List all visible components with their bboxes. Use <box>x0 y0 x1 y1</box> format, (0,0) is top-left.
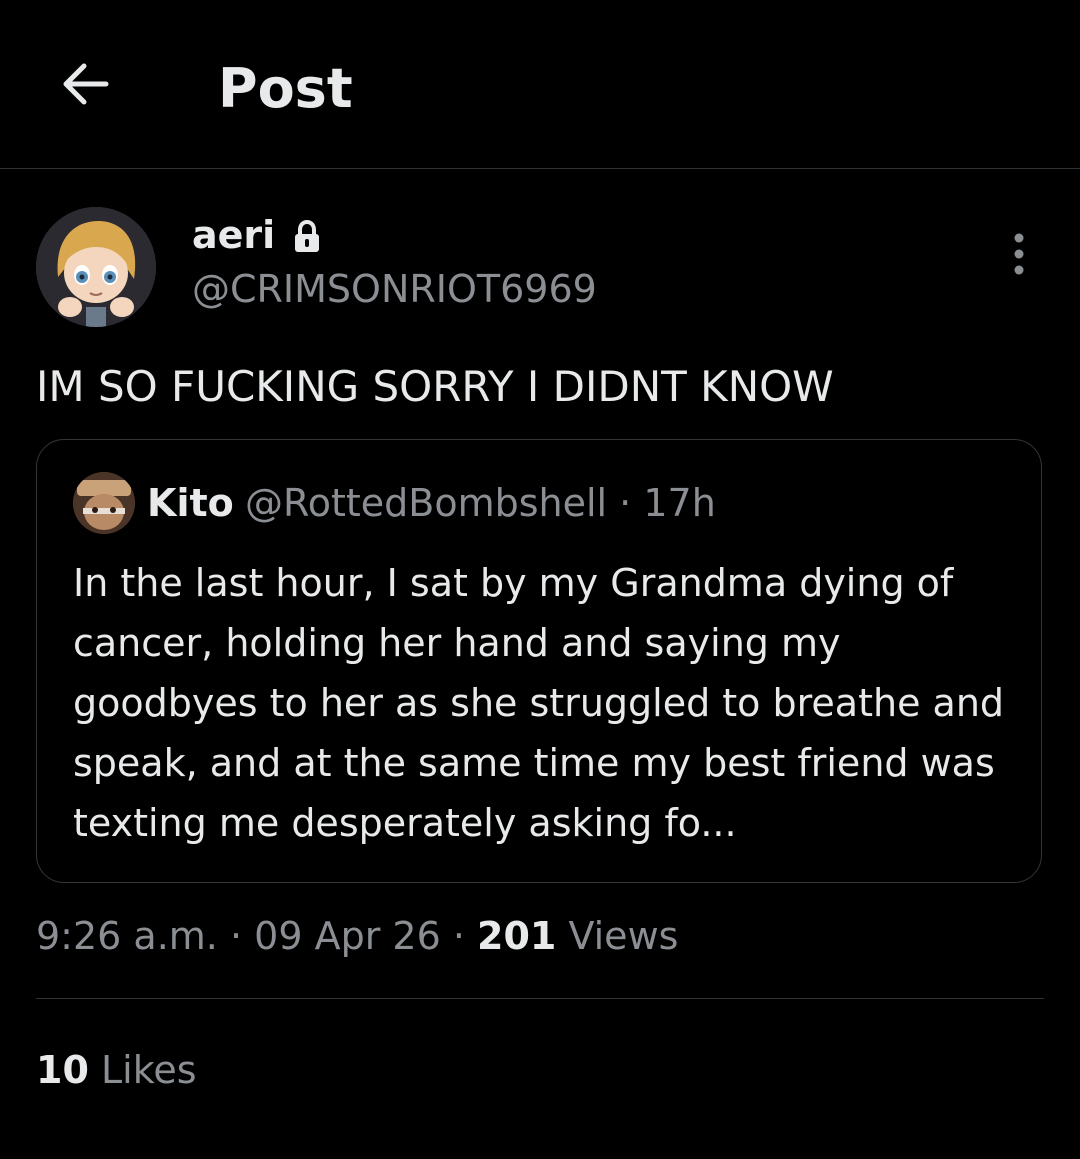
post-date[interactable]: 09 Apr 26 <box>254 914 441 958</box>
top-bar: Post <box>0 0 1080 169</box>
more-vertical-icon[interactable] <box>1004 232 1034 276</box>
quoted-avatar-illustration <box>73 472 135 534</box>
quoted-post-card[interactable]: Kito @RottedBombshell · 17h In the last … <box>36 439 1042 883</box>
likes-label: Likes <box>100 1048 197 1092</box>
post-text: IM SO FUCKING SORRY I DIDNT KNOW <box>36 362 834 411</box>
avatar-illustration <box>36 207 156 327</box>
quoted-time[interactable]: 17h <box>643 481 715 525</box>
page-title: Post <box>218 57 353 120</box>
quoted-meta: @RottedBombshell · 17h <box>245 478 716 528</box>
quoted-display-name[interactable]: Kito <box>147 478 234 528</box>
meta-separator: · <box>452 914 465 958</box>
post-meta: 9:26 a.m. · 09 Apr 26 · 201 Views <box>36 908 678 964</box>
quoted-post-text: In the last hour, I sat by my Grandma dy… <box>73 561 1005 845</box>
likes-count: 10 <box>36 1048 89 1092</box>
quoted-handle[interactable]: @RottedBombshell <box>245 481 607 525</box>
divider <box>36 998 1044 999</box>
arrow-left-icon[interactable] <box>56 60 112 108</box>
likes-link[interactable]: 10 Likes <box>36 1042 197 1098</box>
quoted-separator: · <box>619 481 632 525</box>
views-count: 201 <box>477 914 557 958</box>
author-handle[interactable]: @CRIMSONRIOT6969 <box>192 264 597 314</box>
views-label: Views <box>568 914 679 958</box>
author-avatar[interactable] <box>36 207 156 327</box>
author-display-name[interactable]: aeri <box>192 210 275 260</box>
lock-icon <box>295 220 319 252</box>
quoted-author-avatar[interactable] <box>73 472 135 534</box>
post-time[interactable]: 9:26 a.m. <box>36 914 218 958</box>
meta-separator: · <box>229 914 243 958</box>
